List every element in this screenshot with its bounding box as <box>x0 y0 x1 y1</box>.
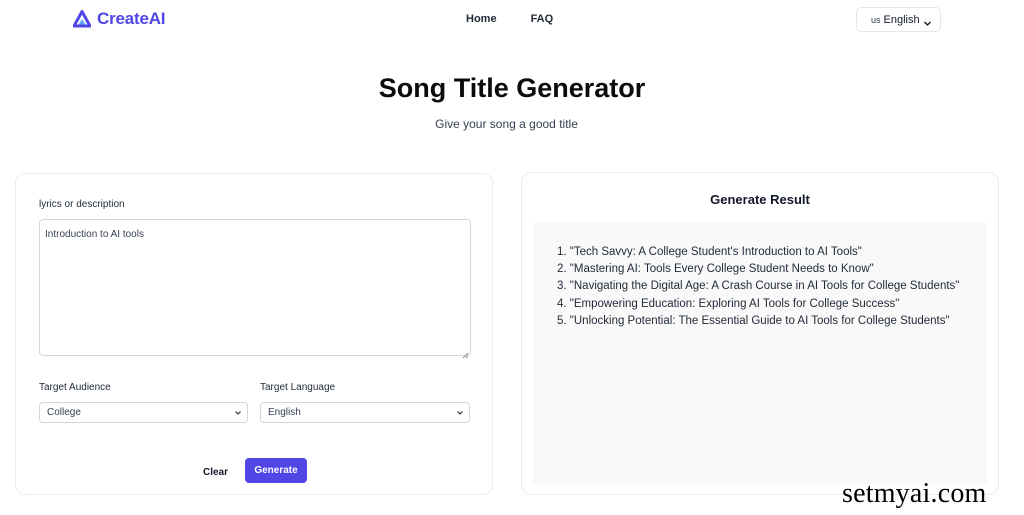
lyrics-textarea[interactable]: Introduction to AI tools <box>39 219 471 356</box>
target-audience-label: Target Audience <box>39 382 111 393</box>
chevron-down-icon <box>923 15 932 26</box>
target-audience-select[interactable]: College <box>39 402 248 423</box>
brand-name: CreateAI <box>97 9 166 28</box>
target-language-select[interactable]: English <box>260 402 470 423</box>
result-item: 1. "Tech Savvy: A College Student's Intr… <box>557 246 862 258</box>
result-output: 1. "Tech Savvy: A College Student's Intr… <box>533 222 987 484</box>
chevron-down-icon <box>234 409 242 417</box>
target-language-value: English <box>268 407 301 418</box>
target-language-label: Target Language <box>260 382 336 393</box>
result-item: 2. "Mastering AI: Tools Every College St… <box>557 263 874 276</box>
logo-icon <box>72 10 92 28</box>
watermark-text: setmyai.com <box>842 478 987 509</box>
result-item: 5. "Unlocking Potential: The Essential G… <box>557 314 950 327</box>
nav-home-link[interactable]: Home <box>466 13 497 25</box>
language-selector[interactable]: us English <box>856 7 941 32</box>
target-audience-value: College <box>47 407 81 418</box>
page-subtitle: Give your song a good title <box>435 117 578 131</box>
result-title: Generate Result <box>710 192 810 207</box>
page-title: Song Title Generator <box>378 73 646 103</box>
lyrics-label: lyrics or description <box>39 199 125 210</box>
us-flag-icon: us <box>871 14 881 25</box>
generate-button[interactable]: Generate <box>245 458 307 483</box>
resize-grip-icon[interactable] <box>461 346 469 359</box>
chevron-down-icon <box>456 409 464 417</box>
language-selector-label: English <box>883 13 920 26</box>
nav-faq-link[interactable]: FAQ <box>531 13 554 25</box>
result-item: 4. "Empowering Education: Exploring AI T… <box>557 297 900 310</box>
generator-form-card: lyrics or description Introduction to AI… <box>15 173 493 495</box>
result-item: 3. "Navigating the Digital Age: A Crash … <box>557 280 960 293</box>
top-nav-bar: CreateAI Home FAQ us English <box>0 0 1024 40</box>
result-card: Generate Result 1. "Tech Savvy: A Colleg… <box>521 172 999 495</box>
clear-button[interactable]: Clear <box>201 460 230 484</box>
main-nav: Home FAQ <box>466 13 553 25</box>
brand-logo-link[interactable]: CreateAI <box>72 9 166 29</box>
